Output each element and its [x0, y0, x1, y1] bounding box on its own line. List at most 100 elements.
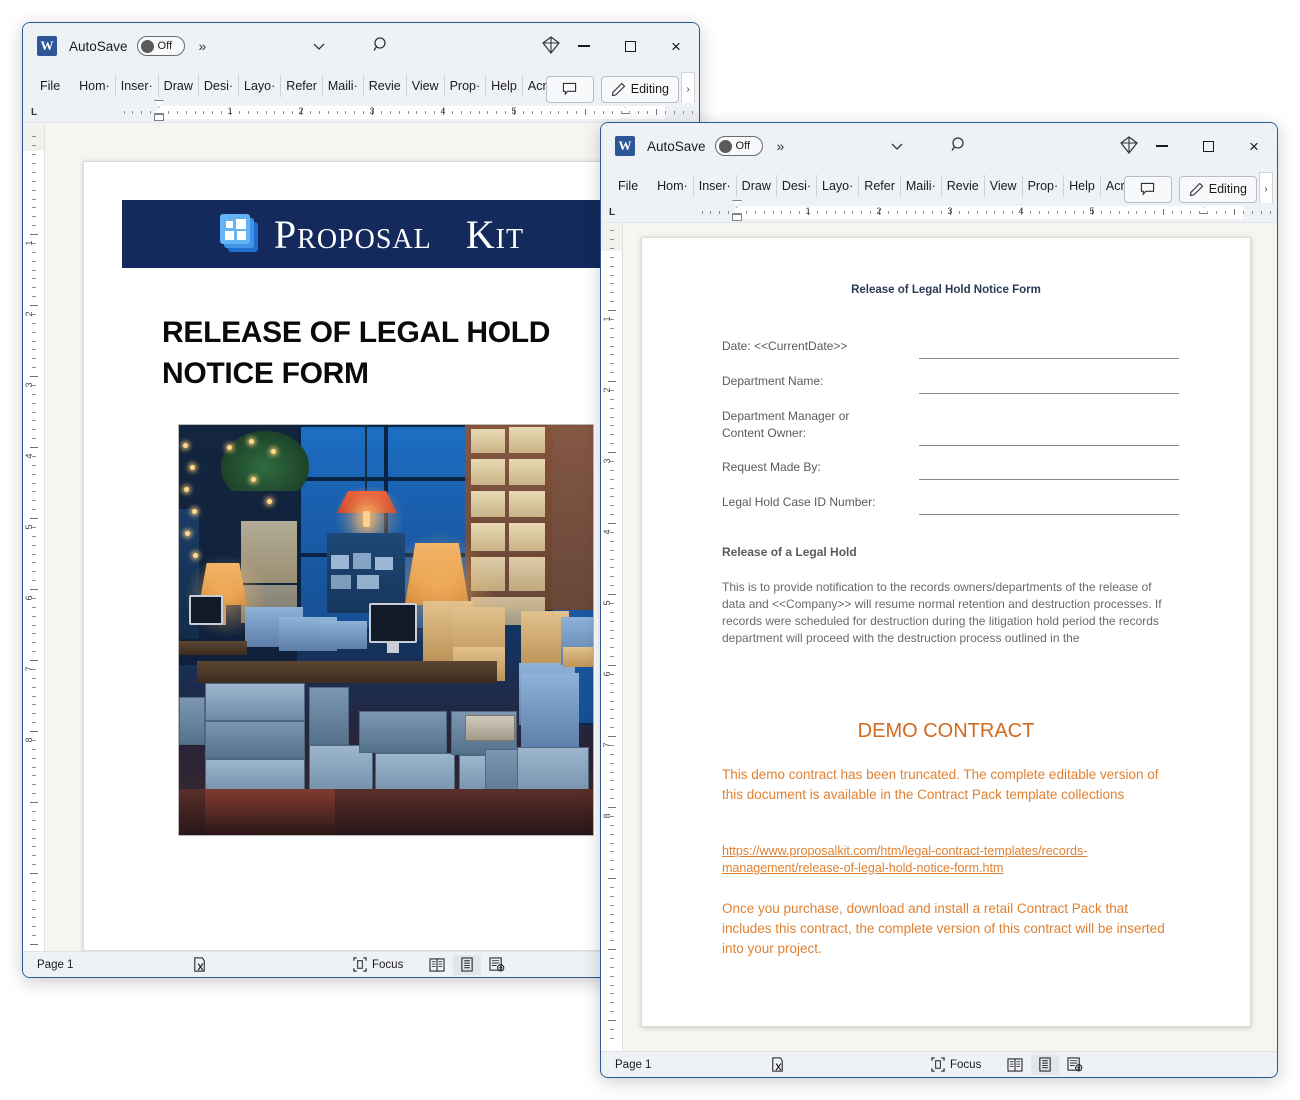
tab-design[interactable]: Desi· [199, 75, 240, 97]
tab-view[interactable]: View [407, 75, 445, 97]
close-button[interactable]: × [653, 23, 699, 69]
tab-mailings-2[interactable]: Maili· [901, 175, 942, 197]
ribbon-right-group[interactable]: Editing › [545, 72, 695, 106]
tab-draw-2[interactable]: Draw [737, 175, 777, 197]
comments-button-2[interactable] [1123, 175, 1172, 203]
ruler-track-2[interactable]: 1 2 3 4 5 [627, 200, 1273, 221]
first-line-indent-marker[interactable] [732, 200, 742, 207]
document-body[interactable]: 12345678 Proposal Kit RELEASE OF LEGAL H… [23, 123, 699, 951]
ribbon-tabs-2[interactable]: File Hom· Inser· Draw Desi· Layo· Refer … [601, 169, 1277, 206]
minimize-icon [578, 45, 590, 47]
page-indicator[interactable]: Page 1 [37, 959, 73, 971]
search-icon-2[interactable] [949, 135, 969, 155]
tab-home[interactable]: Hom· [74, 75, 116, 97]
tab-references-2[interactable]: Refer [859, 175, 901, 197]
word-window-foreground[interactable]: W AutoSave Off » × File Hom· Inser· Draw… [600, 122, 1278, 1078]
accessibility-checker-icon[interactable] [191, 956, 208, 973]
tab-mailings[interactable]: Maili· [323, 75, 364, 97]
first-line-indent-marker[interactable] [154, 100, 164, 107]
window-controls[interactable]: × [561, 23, 699, 69]
tab-review-2[interactable]: Revie [942, 175, 985, 197]
qat-overflow-button-2[interactable]: » [777, 138, 785, 154]
doc2-demo-url[interactable]: https://www.proposalkit.com/htm/legal-co… [722, 843, 1172, 877]
tab-home-2[interactable]: Hom· [652, 175, 694, 197]
title-bar-2[interactable]: W AutoSave Off » × [601, 123, 1277, 169]
tab-insert-2[interactable]: Inser· [694, 175, 737, 197]
tab-proposalkit-2[interactable]: Prop· [1023, 175, 1065, 197]
tab-draw[interactable]: Draw [159, 75, 199, 97]
document-body-2[interactable]: 1 2 3 4 5 6 7 8 Release of Legal Hold Notice Fo… [601, 223, 1277, 1051]
tab-view-2[interactable]: View [985, 175, 1023, 197]
ribbon-overflow-button[interactable]: › [681, 72, 695, 106]
print-layout-icon-2[interactable] [1031, 1054, 1059, 1075]
close-icon: × [671, 36, 681, 56]
minimize-button[interactable] [561, 23, 607, 69]
tab-help[interactable]: Help [486, 75, 523, 97]
tab-proposalkit[interactable]: Prop· [445, 75, 487, 97]
title-bar[interactable]: W AutoSave Off » × [23, 23, 699, 69]
view-mode-group-2[interactable] [1001, 1054, 1089, 1075]
status-bar-2[interactable]: Page 1 Focus [601, 1051, 1277, 1077]
field-line-date[interactable] [919, 358, 1179, 359]
vertical-ruler-2[interactable]: 1 2 3 4 5 6 7 8 [601, 223, 623, 1051]
web-layout-icon-2[interactable] [1061, 1055, 1089, 1075]
vruler-number: 5 [24, 524, 34, 530]
qat-overflow-button[interactable]: » [199, 38, 207, 54]
autosave-toggle-2[interactable]: Off [714, 136, 763, 156]
accessibility-checker-icon-2[interactable] [769, 1056, 786, 1073]
view-mode-group[interactable] [423, 954, 511, 975]
chevron-down-icon[interactable] [311, 38, 327, 54]
left-indent-marker[interactable] [732, 214, 742, 221]
maximize-button-2[interactable] [1185, 123, 1231, 169]
tab-layout-2[interactable]: Layo· [817, 175, 860, 197]
tab-insert[interactable]: Inser· [116, 75, 159, 97]
print-layout-icon[interactable] [453, 954, 481, 975]
status-bar[interactable]: Page 1 Focus [23, 951, 699, 977]
document-page-2[interactable]: Release of Legal Hold Notice Form Date: … [641, 237, 1251, 1027]
minimize-button-2[interactable] [1139, 123, 1185, 169]
search-icon[interactable] [371, 35, 391, 55]
read-mode-icon-2[interactable] [1001, 1055, 1029, 1075]
close-button-2[interactable]: × [1231, 123, 1277, 169]
tab-review[interactable]: Revie [364, 75, 407, 97]
field-line-case-id[interactable] [919, 514, 1179, 515]
tab-design-2[interactable]: Desi· [777, 175, 818, 197]
tab-references[interactable]: Refer [281, 75, 323, 97]
ribbon-right-group-2[interactable]: Editing › [1123, 172, 1273, 206]
tab-stop-selector[interactable]: L [31, 107, 49, 118]
left-indent-marker[interactable] [154, 114, 164, 121]
ruler-track[interactable]: 1 2 3 4 5 [49, 100, 695, 121]
tab-help-2[interactable]: Help [1064, 175, 1101, 197]
hanging-indent-marker[interactable] [732, 207, 742, 214]
word-window-background[interactable]: W AutoSave Off » × File Hom· Inser· Draw… [22, 22, 700, 978]
vertical-ruler[interactable]: 1 2 3 4 5 6 7 8 [23, 123, 45, 951]
window-controls-2[interactable]: × [1139, 123, 1277, 169]
maximize-button[interactable] [607, 23, 653, 69]
focus-mode-button[interactable]: Focus [353, 957, 403, 972]
document-page-1[interactable]: Proposal Kit RELEASE OF LEGAL HOLD NOTIC… [83, 161, 663, 951]
editing-mode-button[interactable]: Editing [600, 75, 679, 103]
page-canvas-2[interactable]: Release of Legal Hold Notice Form Date: … [623, 223, 1277, 1051]
diamond-icon[interactable] [541, 35, 561, 55]
field-line-request-made-by[interactable] [919, 479, 1179, 480]
ribbon-overflow-button-2[interactable]: › [1259, 172, 1273, 206]
autosave-toggle[interactable]: Off [136, 36, 185, 56]
tab-stop-selector-2[interactable]: L [609, 207, 627, 218]
horizontal-ruler-2[interactable]: L 1 2 3 4 5 [601, 200, 1277, 223]
chevron-down-icon-2[interactable] [889, 138, 905, 154]
horizontal-ruler[interactable]: L 1 2 3 4 5 [23, 100, 699, 123]
editing-mode-button-2[interactable]: Editing [1178, 175, 1257, 203]
tab-file[interactable]: File [35, 75, 74, 97]
diamond-icon-2[interactable] [1119, 135, 1139, 155]
field-line-department-name[interactable] [919, 393, 1179, 394]
comments-button[interactable] [545, 75, 594, 103]
tab-file-2[interactable]: File [613, 175, 652, 197]
tab-layout[interactable]: Layo· [239, 75, 282, 97]
web-layout-icon[interactable] [483, 955, 511, 975]
focus-mode-button-2[interactable]: Focus [931, 1057, 981, 1072]
page-indicator-2[interactable]: Page 1 [615, 1059, 651, 1071]
field-line-department-manager[interactable] [919, 445, 1179, 446]
ribbon-tabs[interactable]: File Hom· Inser· Draw Desi· Layo· Refer … [23, 69, 699, 106]
read-mode-icon[interactable] [423, 955, 451, 975]
hanging-indent-marker[interactable] [154, 107, 164, 114]
